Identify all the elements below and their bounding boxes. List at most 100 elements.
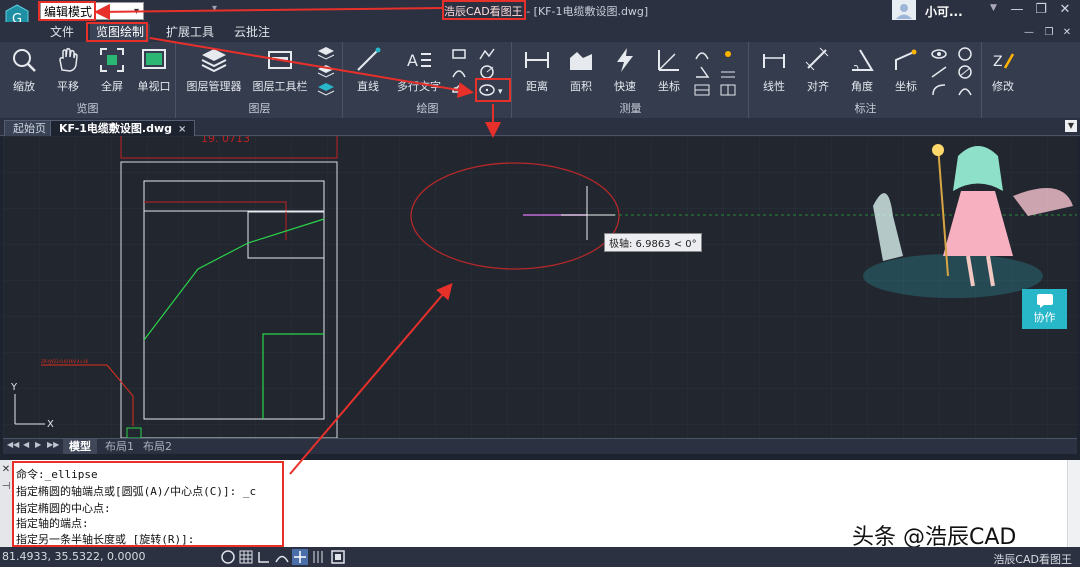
cable-label: ZR-YJV22-0.6/1KV-4×16 [41,359,88,364]
quick-measure-button[interactable]: 快速 [603,46,647,98]
dim-eye-icon[interactable] [930,46,948,62]
tab-start-page[interactable]: 起始页 [4,120,55,136]
grid-icon[interactable] [238,549,254,565]
mtext-button[interactable]: A 多行文字 [392,46,446,98]
drawing-canvas[interactable]: 19. 0713 ZR-YJV22-0.6/1KV-4×16 Y X 极轴: 6… [3,136,1077,438]
measure-angle-icon[interactable] [693,64,711,80]
layer-state-icon[interactable] [317,46,335,62]
angular-dim-button[interactable]: 角度 [840,46,884,98]
line-button[interactable]: 直线 [346,46,390,98]
dim-radius-icon[interactable] [956,46,974,62]
layer-manager-button[interactable]: 图层管理器 [181,46,247,98]
tab-file[interactable]: 文件 [44,24,80,41]
doc-minimize-button[interactable]: — [1018,24,1040,42]
coordinate-icon [658,50,679,71]
user-name[interactable]: 小可... [925,3,963,20]
maximize-button[interactable]: ❐ [1030,1,1052,19]
distance-button[interactable]: 距离 [515,46,559,98]
osnap-icon[interactable] [292,549,308,565]
title-bar: G 编辑模式 ▾ ▾ 浩辰CAD看图王 - [KF-1电缆敷设图.dwg] 小可… [0,0,1080,32]
zoom-button[interactable]: 缩放 [2,46,46,98]
measure-arc-icon[interactable] [693,46,711,62]
fullscreen-icon [100,48,124,72]
revcloud-icon[interactable] [450,82,468,98]
command-pin-icon[interactable]: ⊣ [0,481,12,492]
tab-document[interactable]: KF-1电缆敷设图.dwg × [50,120,196,136]
next-layout-icon[interactable]: ▶ [35,440,41,449]
arc-icon[interactable] [450,64,468,80]
pan-button[interactable]: 平移 [46,46,90,98]
coordinate-measure-button[interactable]: 坐标 [647,46,691,98]
ribbon-group-label: 标注 [854,102,877,115]
ribbon-group-label: 绘图 [416,102,439,115]
command-close-icon[interactable]: ✕ [0,464,12,475]
mode-select-value: 编辑模式 [44,5,93,19]
rectangle-icon[interactable] [450,46,468,62]
area-icon [570,52,592,70]
polyline-icon[interactable] [478,46,496,62]
ribbon-group-view: 缩放 平移 全屏 单视口 览图 [0,42,176,118]
command-prompt-input[interactable]: 指定另一条半轴长度或 [旋转(R)]: [16,531,194,547]
single-viewport-button[interactable]: 单视口 [132,46,176,98]
app-name: 浩辰CAD看图王 [444,5,523,18]
modify-button[interactable]: Z 修改 [983,46,1023,98]
tab-layout2[interactable]: 布局2 [137,439,178,454]
tab-extend-tools[interactable]: 扩展工具 [160,24,220,41]
quick-access-dropdown-icon[interactable]: ▾ [212,3,217,14]
ortho-icon[interactable] [256,549,272,565]
aligned-dim-button[interactable]: 对齐 [796,46,840,98]
fullscreen-button[interactable]: 全屏 [90,46,134,98]
window-title: 浩辰CAD看图王 - [KF-1电缆敷设图.dwg] [444,3,648,19]
command-scrollbar[interactable] [1067,460,1080,547]
measure-table-icon[interactable] [719,82,737,98]
snap-icon[interactable] [220,549,236,565]
minimize-button[interactable]: — [1006,1,1028,19]
layer-toolbar-button[interactable]: 图层工具栏 [249,46,311,98]
collaborate-button[interactable]: 协作 [1022,289,1067,329]
tab-view-draw[interactable]: 览图绘制 [90,24,151,41]
zoom-icon [13,49,36,72]
area-button[interactable]: 面积 [559,46,603,98]
ucs-y-label: Y [10,382,18,393]
ucs-x-label: X [47,419,54,430]
zoom-extents-icon[interactable] [330,549,346,565]
svg-text:A: A [407,51,418,70]
polar-icon[interactable] [274,549,290,565]
doc-close-button[interactable]: ✕ [1056,24,1078,42]
measure-radius-icon[interactable] [719,64,737,80]
tab-cloud-annotate[interactable]: 云批注 [228,24,276,41]
measure-point-icon[interactable] [719,46,737,62]
dim-diameter-icon[interactable] [956,64,974,80]
dim-leader-icon[interactable] [930,64,948,80]
prev-layout-icon[interactable]: ◀ [23,440,29,449]
document-title: - [KF-1电缆敷设图.dwg] [526,5,649,18]
tab-layout1[interactable]: 布局1 [99,439,140,454]
first-layout-icon[interactable]: ◀◀ [7,440,19,449]
circle-icon[interactable] [478,64,496,80]
ribbon-group-label: 测量 [619,102,642,115]
tab-list-dropdown-icon[interactable]: ▼ [1065,120,1077,132]
layer-iso-icon[interactable] [317,64,335,80]
polar-tooltip: 极轴: 6.9863 < 0° [604,233,702,252]
ordinate-dim-button[interactable]: 坐标 [884,46,928,98]
ribbon-group-dimension: 线性 对齐 角度 坐标 标注 [750,42,982,118]
measure-length-icon[interactable] [693,82,711,98]
line-icon [357,47,381,71]
dim-arc-icon[interactable] [930,82,948,98]
avatar[interactable] [892,0,916,20]
close-button[interactable]: ✕ [1054,1,1076,19]
last-layout-icon[interactable]: ▶▶ [47,440,59,449]
dim-continue-icon[interactable] [956,82,974,98]
tab-model[interactable]: 模型 [63,439,97,454]
menu-bar: 文件 览图绘制 扩展工具 云批注 — ❐ ✕ [0,22,1080,42]
layer-color-icon[interactable] [317,82,335,98]
close-icon[interactable]: × [178,124,186,135]
otrack-icon[interactable] [310,549,326,565]
modify-icon: Z [993,53,1015,70]
user-menu-chevron-icon[interactable]: ▼ [990,3,997,13]
layer-toolbar-icon [268,51,292,69]
mode-select[interactable]: 编辑模式 ▾ [40,2,144,20]
linear-dim-button[interactable]: 线性 [752,46,796,98]
command-history-line: 命令:_ellipse [16,468,98,481]
ellipse-dropdown-icon[interactable]: ▾ [478,82,508,98]
